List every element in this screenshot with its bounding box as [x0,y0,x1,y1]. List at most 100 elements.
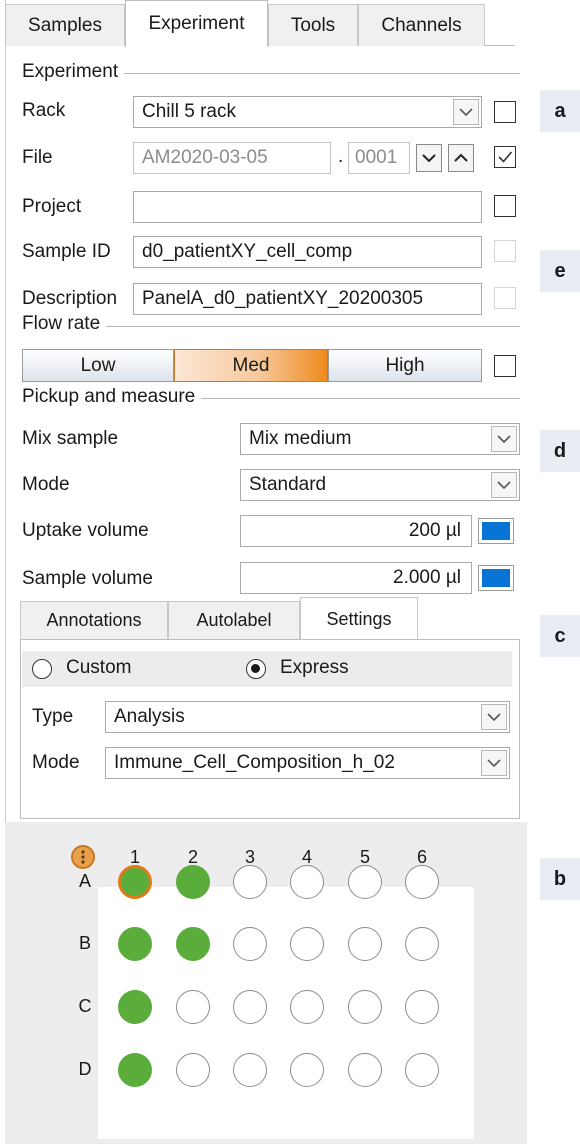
well-D3[interactable] [233,1053,267,1087]
flow-low-button[interactable]: Low [22,349,174,382]
sample-id-field[interactable]: d0_patientXY_cell_comp [133,236,482,268]
settings-mode-value: Immune_Cell_Composition_h_02 [114,752,395,773]
well-A4[interactable] [290,865,324,899]
file-name-field[interactable]: AM2020-03-05 [133,142,331,174]
sample-volume-label: Sample volume [22,568,153,589]
project-label: Project [22,196,82,217]
uptake-color-button[interactable] [478,518,514,544]
chevron-down-icon[interactable] [481,704,507,730]
well-A5[interactable] [348,865,382,899]
well-B4[interactable] [290,927,324,961]
check-icon [498,151,513,163]
well-D2[interactable] [176,1053,210,1087]
file-checkbox[interactable] [494,146,516,168]
well-C3[interactable] [233,990,267,1024]
plate-row-header: D [78,1059,92,1079]
well-A2[interactable] [176,865,210,899]
description-label: Description [22,288,118,309]
radio-dot [251,664,260,673]
description-field[interactable]: PanelA_d0_patientXY_20200305 [133,283,482,315]
well-A6[interactable] [405,865,439,899]
project-field[interactable] [133,191,482,223]
express-radio-label: Express [280,657,349,678]
well-A3[interactable] [233,865,267,899]
experiment-section-label: Experiment [22,61,125,83]
color-swatch [482,569,510,587]
file-separator: . [338,146,344,167]
custom-radio-label: Custom [66,657,132,678]
well-C5[interactable] [348,990,382,1024]
flow-rate-checkbox[interactable] [494,355,516,377]
mode-value: Standard [249,474,327,495]
custom-radio[interactable] [32,659,52,679]
well-D1[interactable] [118,1053,152,1087]
sample-color-button[interactable] [478,565,514,591]
tab-autolabel[interactable]: Autolabel [168,601,300,639]
express-radio[interactable] [246,659,266,679]
file-number-field[interactable]: 0001 [348,142,410,174]
well-C4[interactable] [290,990,324,1024]
settings-mode-select[interactable]: Immune_Cell_Composition_h_02 [105,747,510,779]
mix-sample-label: Mix sample [22,428,119,449]
rack-value: Chill 5 rack [142,101,236,122]
mode-label: Mode [22,474,70,495]
chevron-up-icon [454,153,468,162]
chevron-down-icon[interactable] [491,426,517,452]
well-C1[interactable] [118,990,152,1024]
well-B1[interactable] [118,927,152,961]
well-D5[interactable] [348,1053,382,1087]
rack-checkbox[interactable] [494,101,516,123]
tab-bar: Samples Experiment Tools Channels [5,0,515,47]
uptake-volume-label: Uptake volume [22,520,149,541]
uptake-volume-field[interactable]: 200 µl [240,515,472,547]
flow-rate-section-label: Flow rate [22,313,107,335]
well-C2[interactable] [176,990,210,1024]
file-label: File [22,147,53,168]
well-A1[interactable] [118,865,152,899]
settings-mode-label: Mode [32,752,80,773]
well-B5[interactable] [348,927,382,961]
radio-row: Custom Express [22,651,512,687]
tab-experiment[interactable]: Experiment [125,0,268,47]
info-icon[interactable] [71,845,95,869]
tab-channels[interactable]: Channels [358,4,485,46]
type-select[interactable]: Analysis [105,701,510,733]
well-D4[interactable] [290,1053,324,1087]
well-B2[interactable] [176,927,210,961]
sample-id-label: Sample ID [22,241,111,262]
sample-id-checkbox[interactable] [494,240,516,262]
rack-select[interactable]: Chill 5 rack [133,96,482,128]
side-label-c: c [540,615,580,657]
color-swatch [482,522,510,540]
tab-annotations[interactable]: Annotations [20,601,168,639]
file-decrement-button[interactable] [416,144,442,172]
well-B3[interactable] [233,927,267,961]
side-label-d: d [540,430,580,472]
tab-settings[interactable]: Settings [300,597,418,640]
well-B6[interactable] [405,927,439,961]
mode-select[interactable]: Standard [240,469,520,501]
plate-row-header: A [78,871,91,891]
chevron-down-icon[interactable] [481,750,507,776]
flow-high-button[interactable]: High [328,349,482,382]
tab-tools[interactable]: Tools [268,4,358,46]
pickup-section-label: Pickup and measure [22,386,202,408]
type-value: Analysis [114,706,185,727]
well-C6[interactable] [405,990,439,1024]
side-label-e: e [540,250,580,292]
chevron-down-icon[interactable] [453,99,479,125]
plate-row-header: B [78,933,91,953]
well-D6[interactable] [405,1053,439,1087]
sample-volume-field[interactable]: 2.000 µl [240,562,472,594]
tab-samples[interactable]: Samples [5,4,125,46]
flow-med-button[interactable]: Med [174,349,328,382]
mix-sample-value: Mix medium [249,428,352,449]
mix-sample-select[interactable]: Mix medium [240,423,520,455]
chevron-down-icon[interactable] [491,472,517,498]
chevron-down-icon [422,154,436,163]
type-label: Type [32,706,74,727]
file-increment-button[interactable] [448,144,474,172]
project-checkbox[interactable] [494,195,516,217]
side-label-b: b [540,858,580,900]
description-checkbox[interactable] [494,287,516,309]
